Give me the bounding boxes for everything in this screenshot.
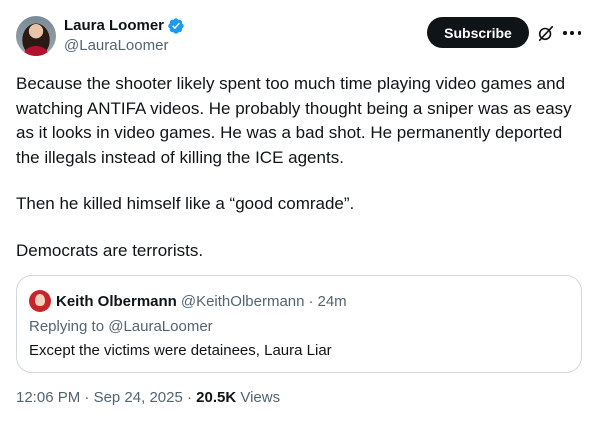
subscribe-button[interactable]: Subscribe <box>427 17 529 48</box>
author-handle[interactable]: @LauraLoomer <box>64 36 185 56</box>
tweet-date[interactable]: Sep 24, 2025 <box>94 389 183 406</box>
tweet-body: Because the shooter likely spent too muc… <box>16 72 586 263</box>
author-display-name[interactable]: Laura Loomer <box>64 16 185 36</box>
tweet-time[interactable]: 12:06 PM <box>16 389 80 406</box>
tweet-paragraph: Democrats are terrorists. <box>16 240 204 260</box>
separator-dot: · <box>186 389 192 406</box>
tweet-paragraph: Then he killed himself like a “good comr… <box>16 194 355 213</box>
quoted-tweet-text: Except the victims were detainees, Laura… <box>29 342 332 359</box>
quoted-tweet-header: Keith Olbermann @KeithOlbermann · 24m <box>29 290 347 312</box>
tweet-paragraph: Because the shooter likely spent too muc… <box>16 74 572 167</box>
more-options-icon[interactable] <box>563 24 581 42</box>
quoted-author-handle: @KeithOlbermann <box>180 292 305 310</box>
tweet-header: Laura Loomer @LauraLoomer Subscribe <box>16 14 583 58</box>
separator-dot: · <box>84 389 90 406</box>
views-label: Views <box>240 389 281 406</box>
grok-icon[interactable] <box>537 24 555 42</box>
author-display-name-text[interactable]: Laura Loomer <box>64 16 164 36</box>
views-count[interactable]: 20.5K <box>196 389 236 406</box>
tweet-meta: 12:06 PM · Sep 24, 2025 · 20.5K Views <box>16 389 280 406</box>
verified-badge-icon[interactable] <box>167 17 185 35</box>
quoted-replying-to: Replying to @LauraLoomer <box>29 318 213 335</box>
quoted-author-name: Keith Olbermann <box>56 292 177 310</box>
separator-dot: · <box>308 292 314 310</box>
quoted-author-avatar <box>29 290 51 312</box>
quoted-tweet-card[interactable]: Keith Olbermann @KeithOlbermann · 24m Re… <box>16 275 582 373</box>
author-avatar[interactable] <box>16 16 56 56</box>
quoted-timestamp: 24m <box>317 292 347 310</box>
author-names: Laura Loomer @LauraLoomer <box>64 16 185 56</box>
